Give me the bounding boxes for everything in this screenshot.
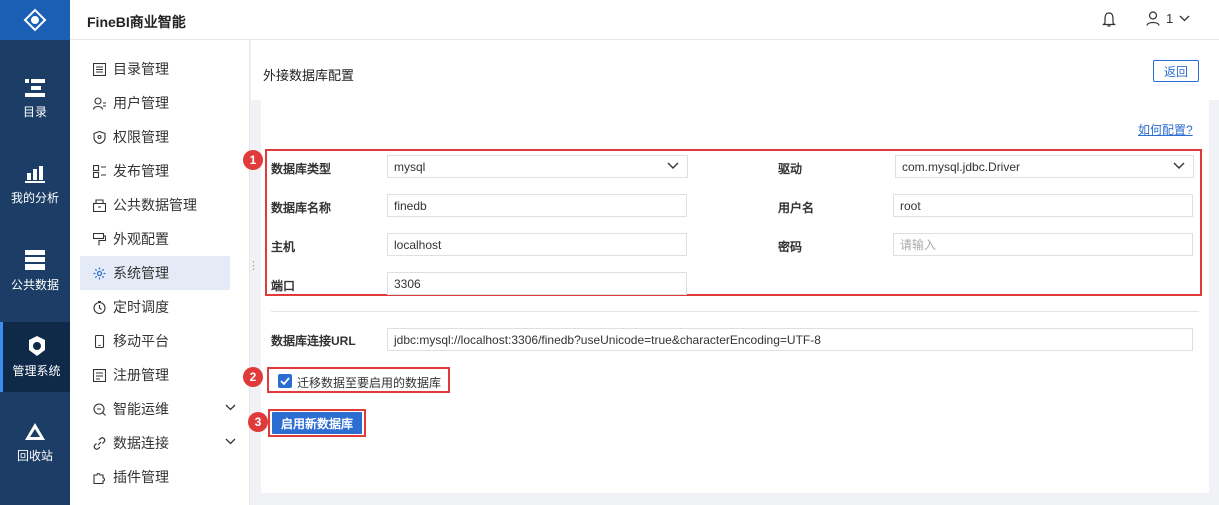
menu-item-label: 外观配置 — [113, 231, 169, 247]
user-menu[interactable]: 1 — [1146, 11, 1190, 26]
plugin-icon — [92, 470, 106, 484]
migrate-checkbox[interactable] — [278, 374, 292, 388]
divider — [271, 311, 1199, 312]
system-menu: 目录管理 用户管理 权限管理 发布管理 公共数据管理 外观配置 系统管理 定时调… — [70, 40, 250, 505]
menu-item-system-manage[interactable]: 系统管理 — [80, 256, 230, 290]
mobile-icon — [92, 334, 106, 348]
permission-icon — [92, 130, 106, 144]
catalog-icon — [25, 78, 45, 97]
menu-item-permission[interactable]: 权限管理 — [80, 120, 230, 154]
page-header: 外接数据库配置 返回 — [251, 40, 1219, 100]
analysis-icon — [25, 165, 45, 183]
menu-item-label: 移动平台 — [113, 333, 169, 349]
db-type-value: mysql — [394, 159, 426, 174]
management-icon — [28, 335, 45, 356]
menu-item-register[interactable]: 注册管理 — [80, 358, 230, 392]
menu-item-data-connection[interactable]: 数据连接 — [80, 426, 236, 460]
driver-select[interactable]: com.mysql.jdbc.Driver — [895, 155, 1194, 178]
driver-label: 驱动 — [778, 162, 803, 176]
user-manage-icon — [92, 96, 106, 110]
port-input[interactable]: 3306 — [387, 272, 687, 295]
step-badge-2: 2 — [243, 367, 263, 387]
rail-item-label: 目录 — [22, 104, 47, 119]
gear-icon — [92, 266, 106, 280]
menu-item-label: 权限管理 — [113, 129, 169, 145]
menu-item-catalog-manage[interactable]: 目录管理 — [80, 52, 230, 86]
top-header: FineBI商业智能 1 — [70, 0, 1219, 40]
menu-item-smart-ops[interactable]: 智能运维 — [80, 392, 236, 426]
menu-item-label: 发布管理 — [113, 163, 169, 179]
step-badge-3: 3 — [248, 412, 268, 432]
menu-item-label: 数据连接 — [113, 435, 169, 451]
db-type-label: 数据库类型 — [271, 162, 332, 176]
menu-item-plugin[interactable]: 插件管理 — [80, 460, 230, 494]
link-icon — [92, 436, 106, 450]
menu-item-label: 注册管理 — [113, 367, 169, 383]
port-label: 端口 — [271, 279, 296, 293]
rail-item-recycle[interactable]: 回收站 — [0, 400, 70, 486]
public-data-icon — [25, 249, 45, 270]
rail-item-label: 管理系统 — [12, 363, 61, 378]
username-input[interactable]: root — [893, 194, 1193, 217]
rail-item-management[interactable]: 管理系统 — [0, 322, 70, 392]
page-title: 外接数据库配置 — [263, 68, 355, 83]
chevron-down-icon[interactable] — [225, 438, 236, 445]
bell-icon[interactable] — [1102, 12, 1116, 31]
recycle-icon — [25, 422, 45, 440]
public-data-manage-icon — [92, 198, 106, 212]
menu-item-label: 公共数据管理 — [113, 197, 197, 213]
migrate-label[interactable]: 迁移数据至要启用的数据库 — [297, 374, 441, 391]
appearance-icon — [92, 232, 106, 246]
password-input[interactable]: 请输入 — [893, 233, 1193, 256]
checkmark-icon — [280, 377, 290, 385]
db-type-select[interactable]: mysql — [387, 155, 688, 178]
left-rail: 目录 我的分析 公共数据 管理系统 回收站 — [0, 0, 70, 505]
rail-item-label: 我的分析 — [10, 190, 59, 205]
menu-item-user-manage[interactable]: 用户管理 — [80, 86, 230, 120]
help-link[interactable]: 如何配置? — [1138, 121, 1193, 138]
menu-item-appearance[interactable]: 外观配置 — [80, 222, 230, 256]
back-button[interactable]: 返回 — [1153, 60, 1199, 82]
publish-icon — [92, 164, 106, 178]
menu-item-timer[interactable]: 定时调度 — [80, 290, 230, 324]
menu-item-mobile[interactable]: 移动平台 — [80, 324, 230, 358]
rail-item-my-analysis[interactable]: 我的分析 — [0, 142, 70, 228]
url-label: 数据库连接URL — [271, 334, 356, 348]
menu-item-public-data-manage[interactable]: 公共数据管理 — [80, 188, 230, 222]
user-icon — [1146, 11, 1160, 26]
db-name-input[interactable]: finedb — [387, 194, 687, 217]
chevron-down-icon[interactable] — [225, 404, 236, 411]
rail-item-label: 公共数据 — [10, 277, 59, 292]
catalog-manage-icon — [92, 62, 106, 76]
menu-item-label: 用户管理 — [113, 95, 169, 111]
menu-item-label: 定时调度 — [113, 299, 169, 315]
menu-item-label: 系统管理 — [113, 265, 169, 281]
menu-item-publish[interactable]: 发布管理 — [80, 154, 230, 188]
driver-value: com.mysql.jdbc.Driver — [902, 159, 1021, 174]
menu-item-label: 智能运维 — [113, 401, 169, 417]
step-badge-1: 1 — [243, 150, 263, 170]
url-input[interactable]: jdbc:mysql://localhost:3306/finedb?useUn… — [387, 328, 1193, 351]
username-label: 用户名 — [778, 201, 815, 215]
db-name-label: 数据库名称 — [271, 201, 332, 215]
chevron-down-icon — [1179, 15, 1190, 22]
password-label: 密码 — [778, 240, 803, 254]
enable-new-db-button[interactable]: 启用新数据库 — [272, 412, 362, 434]
chevron-down-icon — [667, 162, 679, 169]
user-name: 1 — [1166, 11, 1174, 26]
brand-title: FineBI商业智能 — [87, 14, 186, 30]
menu-item-label: 目录管理 — [113, 61, 169, 77]
ops-icon — [92, 402, 106, 416]
rail-item-public-data[interactable]: 公共数据 — [0, 228, 70, 314]
host-label: 主机 — [271, 240, 296, 254]
rail-item-label: 回收站 — [16, 448, 53, 463]
finebi-logo[interactable] — [0, 0, 70, 40]
menu-item-label: 插件管理 — [113, 469, 169, 485]
register-icon — [92, 368, 106, 382]
chevron-down-icon — [1173, 162, 1185, 169]
host-input[interactable]: localhost — [387, 233, 687, 256]
timer-icon — [92, 300, 106, 314]
rail-item-catalog[interactable]: 目录 — [0, 56, 70, 142]
